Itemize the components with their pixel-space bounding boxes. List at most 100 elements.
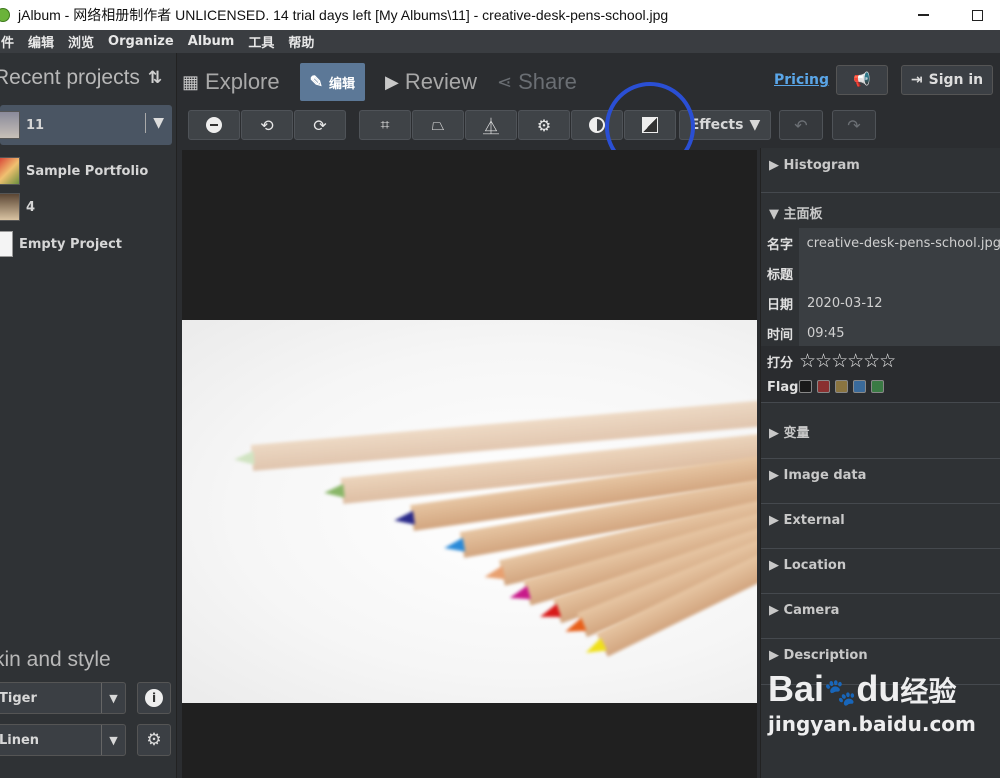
divider [761,548,1000,549]
project-item-11[interactable]: 11 ▼ [0,105,172,145]
location-section[interactable]: ▶ Location [769,558,846,573]
style-select[interactable]: Linen ▼ [0,724,126,756]
flag-swatch-3[interactable] [853,379,866,393]
redo-icon: ↷ [847,115,861,135]
tab-review[interactable]: ▶ Review [385,69,477,95]
skin-info-button[interactable]: i [137,682,171,714]
announcements-button[interactable]: 📢 [836,65,888,95]
menu-tools[interactable]: 工具 [241,32,281,51]
paw-icon: 🐾 [824,677,857,707]
menu-file[interactable]: 件 [0,32,21,51]
recent-projects-title: Recent projects [0,66,140,89]
watermark-url: jingyan.baidu.com [768,712,976,736]
time-field[interactable]: 09:45 [799,318,1000,348]
window-title: jAlbum - 网络相册制作者 UNLICENSED. 14 trial da… [18,7,669,23]
camera-section[interactable]: ▶ Camera [769,603,839,618]
menu-organize[interactable]: Organize [101,34,181,49]
project-item-sample-portfolio[interactable]: Sample Portfolio [0,151,172,191]
project-item-4[interactable]: 4 [0,187,172,227]
tab-explore-label: Explore [205,69,280,94]
level-button[interactable]: ⏅ [465,110,517,140]
tab-explore[interactable]: ▦ Explore [182,69,280,95]
skin-and-style-title: kin and style [0,648,111,671]
name-field[interactable]: creative-desk-pens-school.jpg [798,228,1000,258]
photo-preview [182,320,757,703]
project-thumbnail [0,157,20,185]
menu-browse[interactable]: 浏览 [61,32,101,51]
gear-icon: ⚙ [536,115,552,135]
histogram-label: Histogram [783,158,860,173]
date-field[interactable]: 2020-03-12 [799,288,1000,318]
minus-circle-icon [206,117,222,133]
mode-tabs: ▦ Explore ✎ 编辑 ▶ Review ⋖ Share [182,62,597,102]
rotate-right-button[interactable]: ⟳ [294,110,346,140]
redo-button[interactable]: ↷ [832,110,876,140]
divider [761,458,1000,459]
minimize-button[interactable] [900,0,946,30]
tab-share[interactable]: ⋖ Share [497,69,577,95]
flag-swatch-4[interactable] [871,379,884,393]
project-item-empty-project[interactable]: Empty Project [0,224,172,264]
time-row: 时间 09:45 [761,318,1000,348]
external-section[interactable]: ▶ External [769,513,845,528]
caret-down-icon: ▼ [749,117,761,133]
adjust-button[interactable]: ⚙ [518,110,570,140]
rotate-left-button[interactable]: ⟲ [241,110,293,140]
divider [761,192,1000,193]
flag-swatch-2[interactable] [835,379,848,393]
main-panel-section[interactable]: ▼ 主面板 [769,203,823,222]
tab-edit-label: 编辑 [329,75,356,91]
undo-button[interactable]: ↶ [779,110,823,140]
chevron-down-icon[interactable]: ▼ [145,113,164,133]
divider [761,638,1000,639]
maximize-button[interactable] [954,0,1000,30]
contrast-icon [589,117,605,133]
image-data-section[interactable]: ▶ Image data [769,468,866,483]
flag-swatch-1[interactable] [817,379,830,393]
title-field[interactable] [799,258,1000,288]
sign-in-button[interactable]: ⇥ Sign in [901,65,993,95]
megaphone-icon: 📢 [853,72,871,88]
edit-toolbar: ⟲ ⟳ ⌗ ⏢ ⏅ ⚙ Effects ▼ ↶ ↷ [182,108,882,142]
level-icon: ⏅ [482,117,499,136]
skin-select-value: Tiger [0,690,37,706]
document-icon [0,231,13,257]
effects-label: Effects [689,117,744,133]
menu-bar: 件 编辑 浏览 Organize Album 工具 帮助 [0,30,1000,53]
section-label: 变量 [783,426,810,441]
section-label: Description [783,648,868,663]
pricing-link[interactable]: Pricing [774,72,829,88]
projects-panel: Recent projects ⇅ 11 ▼ Sample Portfolio … [0,53,177,778]
name-label: 名字 [767,237,794,253]
sign-in-label: Sign in [928,72,984,88]
histogram-section[interactable]: ▶ Histogram [769,158,860,173]
chevron-down-icon: ▼ [101,683,125,713]
sign-in-icon: ⇥ [910,72,923,88]
variables-section[interactable]: ▶ 变量 [769,422,810,441]
main-panel-label: 主面板 [783,207,823,222]
watermark-logo-cn: 经验 [900,676,957,707]
tab-edit[interactable]: ✎ 编辑 [299,63,366,101]
project-thumbnail [0,193,20,221]
project-name: Sample Portfolio [26,163,149,179]
rotate-left-icon: ⟲ [260,115,274,135]
sort-icon[interactable]: ⇅ [148,68,162,88]
flag-swatch-0[interactable] [799,379,812,393]
baidu-logo: Bai🐾du经验 [768,668,976,710]
rating-stars[interactable]: ☆☆☆☆☆☆ [799,350,896,372]
perspective-icon: ⏢ [431,115,445,134]
menu-album[interactable]: Album [181,34,242,49]
play-icon: ▶ [385,71,399,92]
title-label: 标题 [767,267,794,283]
zoom-out-button[interactable] [188,110,240,140]
menu-help[interactable]: 帮助 [281,32,321,51]
section-label: Camera [783,603,840,618]
style-select-value: Linen [0,732,40,748]
skin-select[interactable]: Tiger ▼ [0,682,126,714]
straighten-button[interactable]: ⏢ [412,110,464,140]
description-section[interactable]: ▶ Description [769,648,868,663]
skin-settings-button[interactable]: ⚙ [137,724,171,756]
crop-button[interactable]: ⌗ [359,110,411,140]
menu-edit[interactable]: 编辑 [21,32,61,51]
grid-icon: ▦ [182,71,200,92]
